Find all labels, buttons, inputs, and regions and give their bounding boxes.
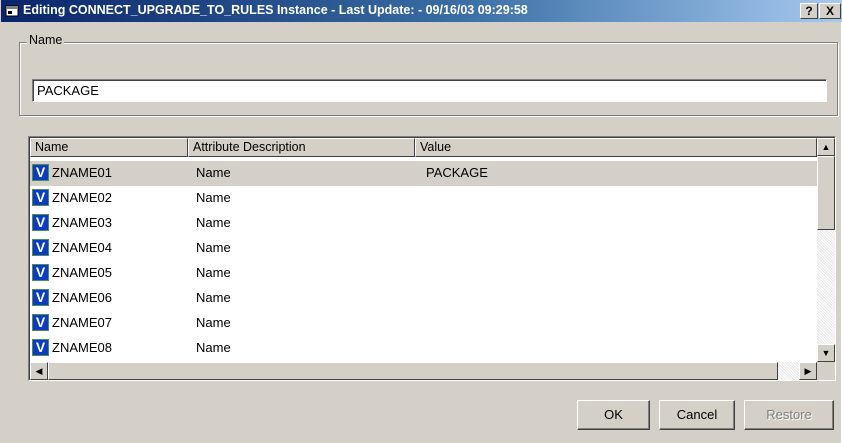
row-name: ZNAME08 xyxy=(52,340,112,355)
row-name: ZNAME06 xyxy=(52,290,112,305)
row-description: Name xyxy=(196,340,231,355)
variable-icon: V xyxy=(32,239,49,256)
row-description: Name xyxy=(196,265,231,280)
table-row[interactable]: V ZNAME03 Name xyxy=(30,211,817,236)
name-group-label: Name xyxy=(27,33,65,47)
scrollbar-corner xyxy=(817,362,835,380)
variable-icon: V xyxy=(32,339,49,356)
column-header-value[interactable]: Value xyxy=(415,138,817,157)
column-header-name[interactable]: Name xyxy=(30,138,188,157)
close-button[interactable]: X xyxy=(819,3,841,19)
row-name: ZNAME05 xyxy=(52,265,112,280)
ok-button[interactable]: OK xyxy=(577,400,650,430)
scroll-right-arrow-icon[interactable]: ▶ xyxy=(799,362,817,380)
title-bar[interactable]: Editing CONNECT_UPGRADE_TO_RULES Instanc… xyxy=(1,0,842,22)
help-button[interactable]: ? xyxy=(800,3,818,19)
row-description: Name xyxy=(196,315,231,330)
row-name: ZNAME07 xyxy=(52,315,112,330)
table-row[interactable]: V ZNAME04 Name xyxy=(30,236,817,261)
variable-icon: V xyxy=(32,314,49,331)
table-row[interactable]: V ZNAME07 Name xyxy=(30,311,817,336)
restore-button[interactable]: Restore xyxy=(744,400,834,430)
table-row[interactable]: V ZNAME08 Name xyxy=(30,336,817,361)
scroll-left-arrow-icon[interactable]: ◀ xyxy=(30,362,48,380)
vertical-scroll-thumb[interactable] xyxy=(817,156,835,230)
vertical-scrollbar[interactable]: ▲ ▼ xyxy=(817,138,835,362)
row-description: Name xyxy=(196,290,231,305)
cancel-button[interactable]: Cancel xyxy=(659,400,735,430)
row-description: Name xyxy=(196,215,231,230)
window-title: Editing CONNECT_UPGRADE_TO_RULES Instanc… xyxy=(23,3,528,17)
variable-icon: V xyxy=(32,214,49,231)
attribute-grid[interactable]: Name Attribute Description Value V ZNAME… xyxy=(28,136,836,381)
row-name: ZNAME02 xyxy=(52,190,112,205)
row-name: ZNAME03 xyxy=(52,215,112,230)
variable-icon: V xyxy=(32,189,49,206)
variable-icon: V xyxy=(32,164,49,181)
row-name: ZNAME01 xyxy=(52,165,112,180)
table-row[interactable]: V ZNAME01 Name PACKAGE xyxy=(30,161,817,186)
scroll-down-arrow-icon[interactable]: ▼ xyxy=(817,344,835,362)
row-name: ZNAME04 xyxy=(52,240,112,255)
scroll-up-arrow-icon[interactable]: ▲ xyxy=(817,138,835,156)
variable-icon: V xyxy=(32,264,49,281)
name-input[interactable] xyxy=(32,79,827,102)
variable-icon: V xyxy=(32,289,49,306)
row-description: Name xyxy=(196,240,231,255)
column-header-attribute-description[interactable]: Attribute Description xyxy=(188,138,415,157)
row-description: Name xyxy=(196,165,231,180)
horizontal-scrollbar[interactable]: ◀ ▶ xyxy=(30,362,817,380)
table-row[interactable]: V ZNAME06 Name xyxy=(30,286,817,311)
window-icon xyxy=(5,5,19,17)
horizontal-scroll-thumb[interactable] xyxy=(48,362,778,380)
row-value: PACKAGE xyxy=(426,165,488,180)
dialog-window: Editing CONNECT_UPGRADE_TO_RULES Instanc… xyxy=(0,0,842,443)
table-row[interactable]: V ZNAME02 Name xyxy=(30,186,817,211)
table-row[interactable]: V ZNAME05 Name xyxy=(30,261,817,286)
row-description: Name xyxy=(196,190,231,205)
